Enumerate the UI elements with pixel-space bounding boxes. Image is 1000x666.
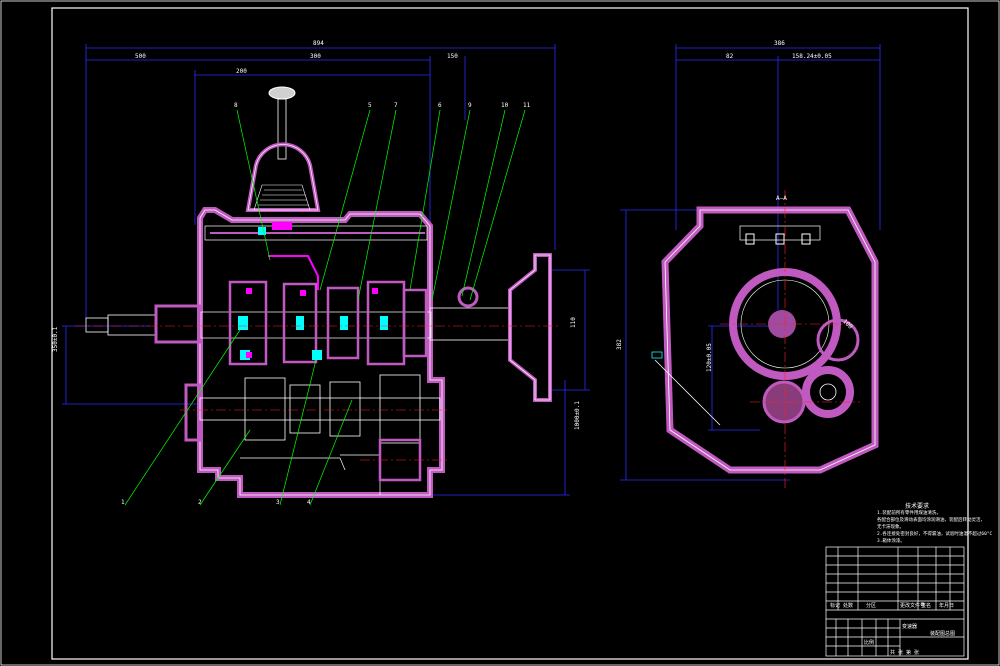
- dim-shaft: 120±0.05: [706, 343, 713, 372]
- tb-sign: 签名: [921, 603, 932, 609]
- dim-158: 158.24±0.05: [792, 53, 832, 60]
- dim-overall-width: 894: [313, 40, 324, 47]
- callout-2: 2: [198, 499, 202, 506]
- dim-150: 150: [447, 53, 458, 60]
- drawing-name: 变速器: [902, 624, 918, 630]
- tb-zone: 分区: [866, 603, 877, 609]
- drawing-type: 装配图总图: [930, 631, 956, 637]
- dim-110: 110: [570, 317, 577, 328]
- drawing-sheet: [0, 0, 1000, 666]
- title-block-grid: [825, 546, 965, 657]
- right-end-view: [620, 44, 881, 490]
- requirement-line: 各配合部位及滑动表面均涂润滑油，装配后转动灵活，: [877, 518, 985, 523]
- requirement-line: 2.各连接处密封良好，不得漏油，试验时油温不超过60°C: [877, 532, 993, 537]
- callout-6: 6: [438, 102, 442, 109]
- scale-label: 比例: [864, 640, 875, 646]
- callout-7: 7: [394, 102, 398, 109]
- left-center-lines: [75, 325, 560, 461]
- callout-10: 10: [501, 102, 509, 109]
- dim-200: 200: [236, 68, 247, 75]
- callout-11: 11: [523, 102, 531, 109]
- requirement-line: 无卡滞现象。: [877, 525, 904, 530]
- dim-500: 500: [135, 53, 146, 60]
- right-center-lines: [720, 190, 860, 490]
- dim-350: 350±0.1: [52, 326, 59, 352]
- callout-5: 5: [368, 102, 372, 109]
- dim-300: 300: [310, 53, 321, 60]
- callout-1: 1: [121, 499, 125, 506]
- shift-lever-tower: [245, 86, 321, 235]
- callout-3: 3: [276, 499, 280, 506]
- callout-4: 4: [307, 499, 311, 506]
- right-dimension-lines: [620, 44, 881, 481]
- requirements-title: 技术要求: [905, 503, 930, 510]
- tb-count: 处数: [843, 603, 854, 609]
- dim-1000: 1000±0.1: [574, 401, 581, 430]
- requirement-line: 1.装配前所有零件用煤油清洗，: [877, 511, 941, 516]
- section-mark: A—A: [776, 195, 787, 202]
- requirement-line: 3.箱体涂漆。: [877, 539, 905, 544]
- outer-border: [0, 0, 1000, 666]
- tb-mark: 标记: [830, 603, 841, 609]
- sheet-count: 共 张 第 张: [890, 650, 920, 656]
- output-flange: [457, 253, 552, 402]
- callout-9: 9: [468, 102, 472, 109]
- left-section-view: [62, 44, 590, 506]
- callout-8: 8: [234, 102, 238, 109]
- dim-82: 82: [726, 53, 734, 60]
- countershaft: [199, 374, 441, 482]
- dim-382: 382: [616, 339, 623, 350]
- dim-386: 386: [774, 40, 785, 47]
- main-shaft-gears: [228, 255, 428, 366]
- tb-date: 年月日: [939, 603, 955, 609]
